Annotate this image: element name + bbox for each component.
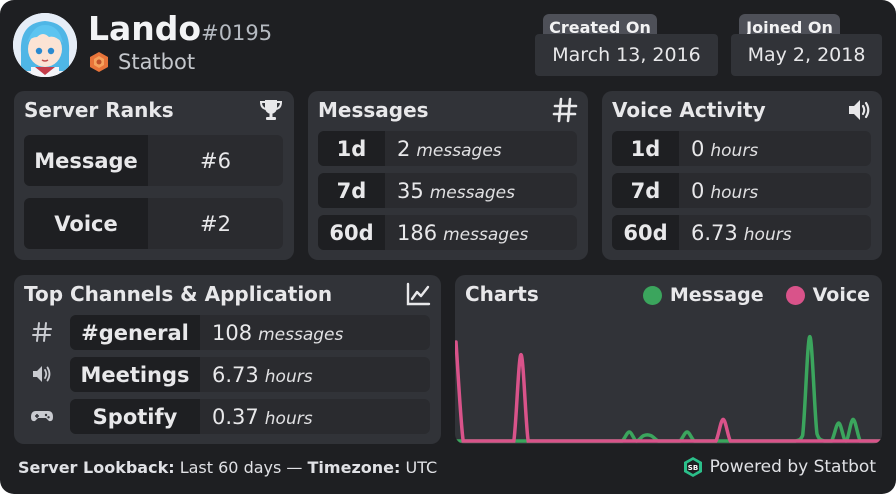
statbot-card: Lando#0195 Statbot Created On March 13, … xyxy=(0,0,896,494)
messages-period: 7d xyxy=(318,173,385,208)
messages-period: 1d xyxy=(318,131,385,166)
channel-row[interactable]: Meetings 6.73 hours xyxy=(70,357,430,392)
voice-period: 7d xyxy=(612,173,679,208)
messages-row-7d: 7d 35 messages xyxy=(318,173,577,208)
powered-by-text: Powered by Statbot xyxy=(709,457,876,477)
rank-row-message: Message #6 xyxy=(24,135,283,186)
footer-info: Server Lookback: Last 60 days — Timezone… xyxy=(18,458,437,477)
line-chart-icon xyxy=(406,282,431,306)
channel-value: 108 messages xyxy=(212,320,344,345)
messages-value: 2 messages xyxy=(397,136,502,161)
statbot-logo-icon: SB xyxy=(683,457,702,477)
created-on-value: March 13, 2016 xyxy=(535,34,718,76)
voice-row-1d: 1d 0 hours xyxy=(612,131,871,166)
channel-name: Meetings xyxy=(70,357,200,392)
rank-row-voice: Voice #2 xyxy=(24,198,283,249)
messages-row-60d: 60d 186 messages xyxy=(318,215,577,250)
voice-period: 60d xyxy=(612,215,679,250)
charts-panel: Charts Message Voice xyxy=(455,275,882,444)
lookback-value: Last 60 days xyxy=(179,458,282,477)
timezone-value: UTC xyxy=(405,458,438,477)
bot-line: Statbot xyxy=(88,50,195,74)
activity-chart xyxy=(455,334,882,443)
hash-icon xyxy=(32,322,52,342)
bot-name: Statbot xyxy=(118,50,196,74)
rank-label-voice: Voice xyxy=(24,198,148,249)
speaker-icon xyxy=(33,366,51,382)
username-line: Lando#0195 xyxy=(88,9,272,48)
messages-value: 186 messages xyxy=(397,220,529,245)
statbot-logo-icon xyxy=(90,52,108,72)
avatar-image xyxy=(13,13,77,77)
series-line-voice xyxy=(455,340,882,443)
series-line-message xyxy=(455,334,882,443)
avatar[interactable] xyxy=(13,13,77,77)
svg-text:SB: SB xyxy=(687,464,697,472)
discriminator: #0195 xyxy=(201,21,273,45)
channel-row[interactable]: Spotify 0.37 hours xyxy=(70,399,430,434)
channel-name: Spotify xyxy=(70,399,200,434)
hash-icon xyxy=(552,97,578,123)
messages-period: 60d xyxy=(318,215,385,250)
server-ranks-title: Server Ranks xyxy=(24,98,174,122)
messages-title: Messages xyxy=(318,98,429,122)
messages-panel: Messages 1d 2 messages 7d 35 messages 60d … xyxy=(308,91,588,260)
rank-value-voice: #2 xyxy=(200,211,231,236)
channel-name: #general xyxy=(70,315,200,350)
username: Lando xyxy=(88,9,202,48)
channel-value: 0.37 hours xyxy=(212,404,313,429)
voice-activity-title: Voice Activity xyxy=(612,98,766,122)
voice-row-7d: 7d 0 hours xyxy=(612,173,871,208)
messages-value: 35 messages xyxy=(397,178,515,203)
messages-row-1d: 1d 2 messages xyxy=(318,131,577,166)
timezone-label: Timezone: xyxy=(307,458,401,477)
trophy-icon xyxy=(259,100,283,120)
channel-value: 6.73 hours xyxy=(212,362,313,387)
powered-by[interactable]: SB Powered by Statbot xyxy=(682,456,876,478)
joined-on-value: May 2, 2018 xyxy=(731,34,882,76)
top-channels-panel: Top Channels & Application #general 108 m… xyxy=(14,275,441,444)
channel-row[interactable]: #general 108 messages xyxy=(70,315,430,350)
voice-value: 6.73 hours xyxy=(691,220,792,245)
voice-period: 1d xyxy=(612,131,679,166)
voice-activity-panel: Voice Activity 1d 0 hours 7d 0 hours 60d 6… xyxy=(602,91,882,260)
lookback-label: Server Lookback: xyxy=(18,458,175,477)
voice-row-60d: 60d 6.73 hours xyxy=(612,215,871,250)
gamepad-icon xyxy=(31,411,53,422)
top-channels-title: Top Channels & Application xyxy=(24,282,333,306)
speaker-icon xyxy=(849,100,870,120)
voice-value: 0 hours xyxy=(691,178,759,203)
rank-label-message: Message xyxy=(24,135,148,186)
footer-separator: — xyxy=(286,458,303,477)
rank-value-message: #6 xyxy=(200,148,231,173)
voice-value: 0 hours xyxy=(691,136,759,161)
server-ranks-panel: Server Ranks Message #6 Voice #2 xyxy=(14,91,294,260)
